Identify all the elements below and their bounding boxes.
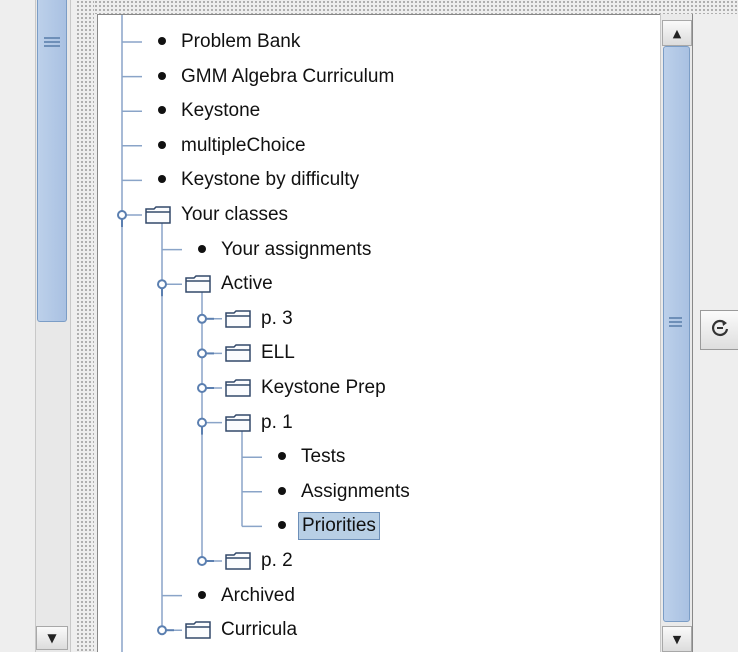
bullet-icon [278,486,286,495]
application-window: ▼ Problem Bank GMM Algebra Curriculum Keys… [0,0,738,652]
tree-folder-node[interactable]: p. 2 [224,546,296,576]
tree-leaf-node[interactable]: Tests [264,442,348,472]
folder-icon [185,275,211,293]
node-label[interactable]: multipleChoice [178,131,309,161]
bullet-icon [198,244,206,253]
node-label[interactable]: Keystone Prep [258,373,389,403]
tree-leaf-node[interactable]: Archived [184,581,298,611]
tree-folder-node[interactable]: ELL [224,338,298,368]
scroll-up-arrow-icon[interactable]: ▲ [662,20,692,46]
bullet-icon [158,71,166,80]
node-label[interactable]: GMM Algebra Curriculum [178,62,397,92]
node-label[interactable]: Assignments [298,477,413,507]
tree-leaf-node[interactable]: Keystone [144,96,263,126]
tree-leaf-node[interactable]: Keystone by difficulty [144,165,362,195]
tree-folder-node[interactable]: Keystone Prep [224,373,389,403]
folder-icon [225,310,251,328]
collapse-handle-icon[interactable] [157,279,167,297]
tree-vertical-scrollbar[interactable]: ▲ ▼ [660,14,692,652]
node-label[interactable]: Keystone by difficulty [178,165,362,195]
node-label[interactable]: Active [218,269,276,299]
node-label[interactable]: Curricula [218,615,300,645]
expand-handle-icon[interactable] [197,383,214,393]
bullet-icon [278,452,286,461]
node-label[interactable]: Your classes [178,200,291,230]
scroll-down-arrow-icon[interactable]: ▼ [662,626,692,652]
tree-scroll-grip-icon [669,317,682,329]
left-scroll-down-arrow-icon[interactable]: ▼ [36,626,68,650]
left-vertical-scrollbar[interactable]: ▼ [0,0,80,652]
folder-icon [225,413,251,432]
left-scroll-grip-icon [44,37,60,49]
tree-folder-node[interactable]: p. 3 [224,304,296,334]
tree-leaf-node[interactable]: Assignments [264,477,413,507]
node-label[interactable]: p. 2 [258,546,296,576]
tree-folder-node[interactable]: p. 1 [224,408,296,438]
folder-icon [225,552,251,570]
node-label[interactable]: Your assignments [218,235,374,265]
selected-node-label[interactable]: Priorities [298,512,380,541]
node-label[interactable]: ELL [258,338,298,368]
tree-leaf-node[interactable]: multipleChoice [144,131,309,161]
bullet-icon [158,175,166,184]
tree-folder-node[interactable]: Curricula [184,615,300,645]
split-pane-divider[interactable] [76,0,94,652]
tree-folder-node[interactable]: Your classes [144,200,291,230]
tree-leaf-node[interactable]: Your assignments [184,235,374,265]
node-label[interactable]: Keystone [178,96,263,126]
folder-icon [225,344,251,363]
bullet-icon [278,521,286,530]
tree-view[interactable]: Problem Bank GMM Algebra Curriculum Keysto… [97,14,693,652]
expand-handle-icon[interactable] [157,625,174,636]
refresh-icon [709,317,731,344]
node-label[interactable]: p. 3 [258,304,296,334]
node-label[interactable]: Archived [218,581,298,611]
expand-handle-icon[interactable] [197,556,214,566]
node-label[interactable]: Problem Bank [178,27,303,57]
bullet-icon [198,590,206,599]
tree-folder-node[interactable]: Active [184,269,276,299]
folder-icon [185,621,211,639]
bullet-icon [158,140,166,149]
node-label[interactable]: p. 1 [258,408,296,438]
collapse-handle-icon[interactable] [197,417,207,435]
refresh-button[interactable] [700,310,738,350]
node-label[interactable]: Tests [298,442,348,472]
expand-handle-icon[interactable] [197,348,214,359]
tree-leaf-node[interactable]: Priorities [264,511,380,541]
bullet-icon [158,106,166,115]
top-divider[interactable] [94,0,738,14]
tree-leaf-node[interactable]: GMM Algebra Curriculum [144,62,397,92]
bullet-icon [158,37,166,45]
folder-icon [145,206,171,224]
tree-scroll-thumb[interactable] [663,46,690,622]
tree-leaf-node[interactable]: Problem Bank [144,27,303,57]
expand-handle-icon[interactable] [197,313,214,324]
collapse-handle-icon[interactable] [117,210,127,227]
folder-icon [225,379,251,397]
